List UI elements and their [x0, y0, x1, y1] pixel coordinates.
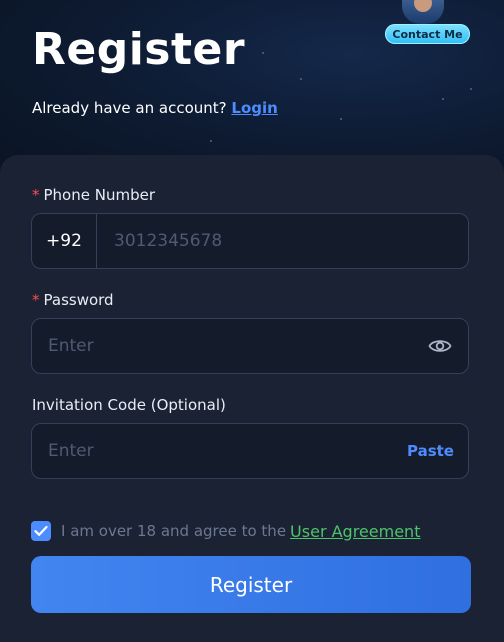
background-star: [470, 88, 472, 90]
phone-number-label: * Phone Number: [32, 186, 155, 204]
phone-number-input[interactable]: [114, 214, 454, 268]
background-star: [210, 140, 212, 142]
background-star: [262, 52, 264, 54]
password-input[interactable]: [48, 319, 408, 373]
user-agreement-link[interactable]: User Agreement: [290, 522, 420, 541]
page-title: Register: [32, 24, 246, 75]
invitation-code-label: Invitation Code (Optional): [32, 396, 226, 414]
background-star: [300, 78, 302, 80]
password-label: * Password: [32, 291, 114, 309]
login-link[interactable]: Login: [231, 99, 277, 117]
required-mark: *: [32, 186, 40, 204]
contact-me-button[interactable]: Contact Me: [385, 24, 470, 44]
agreement-checkbox[interactable]: [31, 521, 51, 541]
country-code-selector[interactable]: +92: [32, 214, 97, 268]
password-label-text: Password: [43, 291, 114, 309]
required-mark: *: [32, 291, 40, 309]
login-prompt: Already have an account? Login: [32, 99, 278, 117]
mascot-image: [402, 0, 444, 24]
background-star: [340, 118, 342, 120]
paste-button[interactable]: Paste: [407, 424, 454, 478]
checkmark-icon: [34, 525, 48, 536]
agreement-row: I am over 18 and agree to the User Agree…: [31, 520, 420, 542]
agreement-text: I am over 18 and agree to the: [61, 522, 287, 540]
eye-icon[interactable]: [428, 336, 452, 356]
invitation-code-input[interactable]: [48, 424, 388, 478]
password-field: [31, 318, 469, 374]
phone-number-label-text: Phone Number: [43, 186, 156, 204]
background-star: [442, 98, 444, 100]
phone-number-field: +92: [31, 213, 469, 269]
register-button[interactable]: Register: [31, 556, 471, 613]
invitation-code-field: Paste: [31, 423, 469, 479]
login-prompt-text: Already have an account?: [32, 99, 227, 117]
